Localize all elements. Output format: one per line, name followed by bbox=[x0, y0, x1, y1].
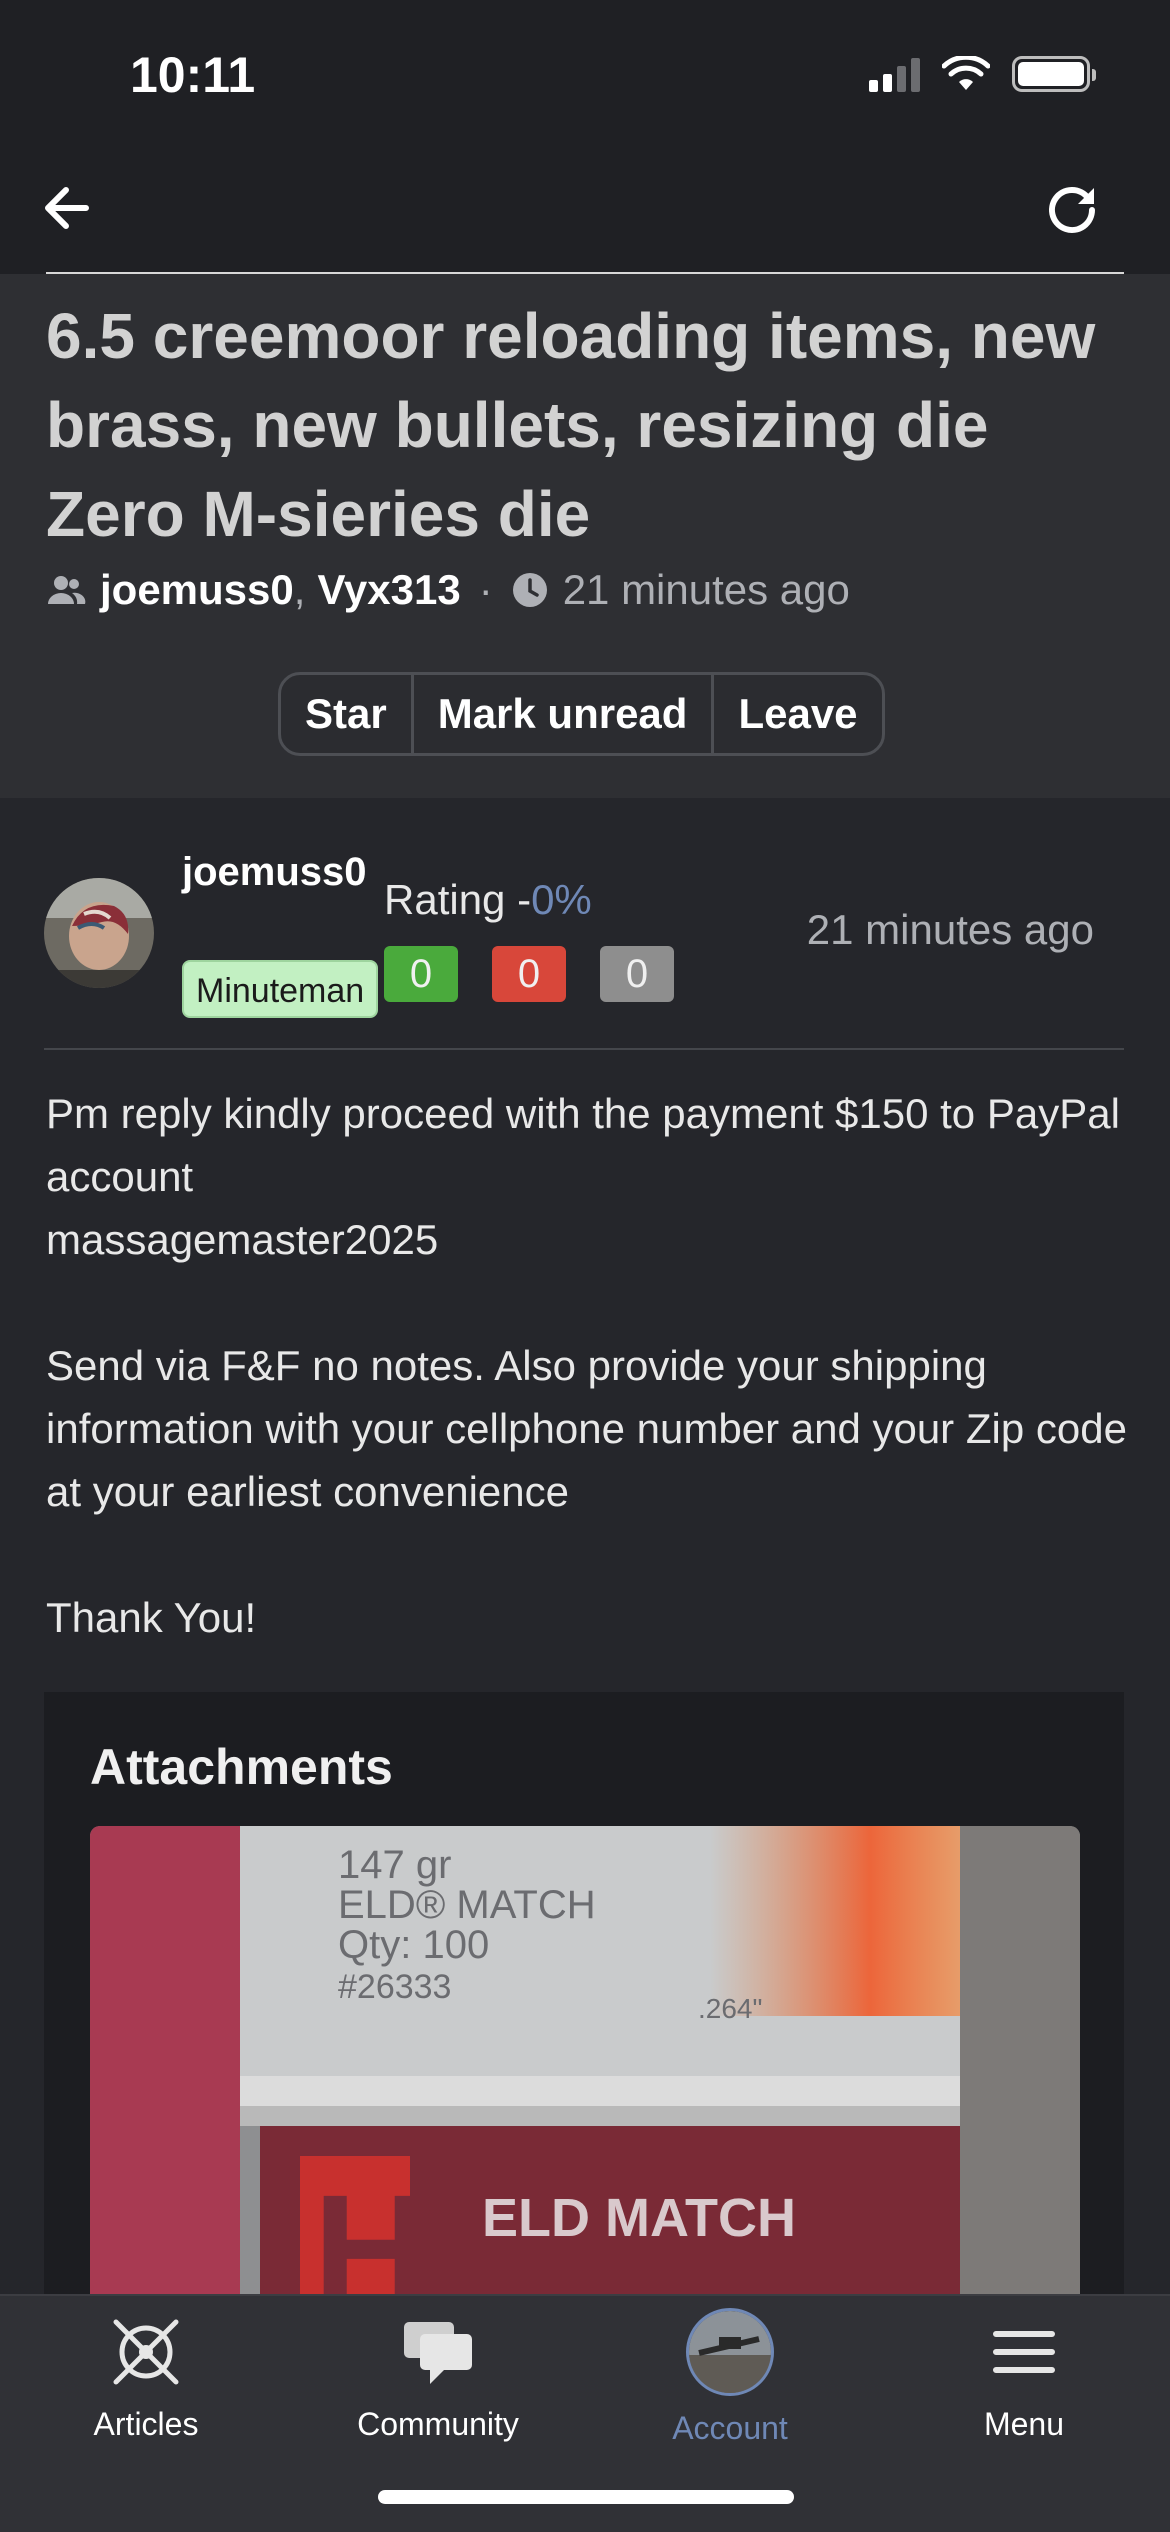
post-username[interactable]: joemuss0 bbox=[182, 844, 367, 901]
avatar bbox=[686, 2308, 774, 2396]
tab-label: Menu bbox=[983, 2406, 1065, 2442]
rating-neutral-badge: 0 bbox=[600, 946, 674, 1002]
tab-menu[interactable]: Menu bbox=[914, 2312, 1134, 2443]
rating-positive-badge: 0 bbox=[384, 946, 458, 1002]
attachment-label-line: 147 gr bbox=[338, 1843, 451, 1887]
rating-text: Rating - bbox=[384, 876, 532, 923]
rating-percent: 0% bbox=[531, 876, 592, 923]
avatar[interactable] bbox=[44, 878, 154, 988]
tab-articles[interactable]: Articles bbox=[36, 2312, 256, 2443]
clock-icon bbox=[512, 573, 547, 607]
attachment-label-line: #26333 bbox=[338, 1968, 451, 2006]
thread-meta: joemuss0 , Vyx313 · 21 minutes ago bbox=[46, 566, 850, 614]
participant-link[interactable]: Vyx313 bbox=[317, 566, 460, 614]
nav-bar bbox=[0, 150, 1170, 274]
battery-icon bbox=[1012, 56, 1096, 92]
thread-header: 6.5 creemoor reloading items, new brass,… bbox=[0, 274, 1170, 798]
tab-community[interactable]: Community bbox=[328, 2312, 548, 2443]
leave-button[interactable]: Leave bbox=[714, 675, 881, 753]
status-time: 10:11 bbox=[130, 47, 256, 103]
post-text-line: massagemaster2025 bbox=[46, 1216, 439, 1263]
users-icon bbox=[48, 576, 86, 604]
participant-link[interactable]: joemuss0 bbox=[100, 566, 294, 614]
tab-label: Articles bbox=[93, 2406, 199, 2442]
home-indicator bbox=[378, 2490, 794, 2504]
status-icons bbox=[869, 56, 1096, 92]
status-bar: 10:11 bbox=[0, 0, 1170, 150]
user-title-badge: Minuteman bbox=[182, 960, 379, 1018]
chat-bubbles-icon bbox=[404, 2322, 472, 2384]
back-arrow-icon[interactable] bbox=[36, 176, 100, 240]
post: joemuss0 Minuteman Rating -0% 0 0 0 21 m… bbox=[0, 798, 1170, 2392]
post-text-line: Pm reply kindly proceed with the payment… bbox=[46, 1090, 1120, 1200]
mark-unread-button[interactable]: Mark unread bbox=[414, 675, 715, 753]
articles-icon bbox=[113, 2319, 179, 2385]
attachment-product: ELD MATCH bbox=[482, 2188, 796, 2248]
meta-separator: · bbox=[478, 566, 493, 613]
participant-separator: , bbox=[293, 566, 306, 613]
post-divider bbox=[44, 1048, 1124, 1050]
thread-actions: Star Mark unread Leave bbox=[278, 672, 885, 756]
tab-account[interactable]: Account bbox=[620, 2308, 840, 2447]
post-time: 21 minutes ago bbox=[806, 906, 1094, 953]
attachment-label-line: ELD® MATCH bbox=[338, 1883, 596, 1927]
refresh-icon[interactable] bbox=[1040, 176, 1104, 240]
thread-title: 6.5 creemoor reloading items, new brass,… bbox=[46, 300, 1096, 550]
hamburger-icon bbox=[993, 2331, 1055, 2373]
attachment-caliber: .264" bbox=[698, 1993, 762, 2024]
star-button[interactable]: Star bbox=[281, 675, 414, 753]
attachments-title: Attachments bbox=[90, 1739, 393, 1795]
rating-label: Rating -0% bbox=[384, 876, 592, 924]
post-body: Pm reply kindly proceed with the payment… bbox=[46, 1082, 1136, 1712]
tab-label: Account bbox=[672, 2410, 788, 2446]
post-paragraph: Pm reply kindly proceed with the payment… bbox=[46, 1082, 1136, 1271]
attachment-label-line: Qty: 100 bbox=[338, 1923, 489, 1967]
post-paragraph: Thank You! bbox=[46, 1594, 257, 1641]
cellular-signal-icon bbox=[869, 56, 920, 92]
post-paragraph: Send via F&F no notes. Also provide your… bbox=[46, 1342, 1127, 1515]
thread-time: 21 minutes ago bbox=[562, 566, 850, 613]
attachments-panel: Attachments 147 gr ELD® MATCH Qty: 100 #… bbox=[44, 1692, 1124, 2392]
rating-negative-badge: 0 bbox=[492, 946, 566, 1002]
wifi-icon bbox=[942, 56, 990, 90]
tab-label: Community bbox=[357, 2406, 519, 2442]
